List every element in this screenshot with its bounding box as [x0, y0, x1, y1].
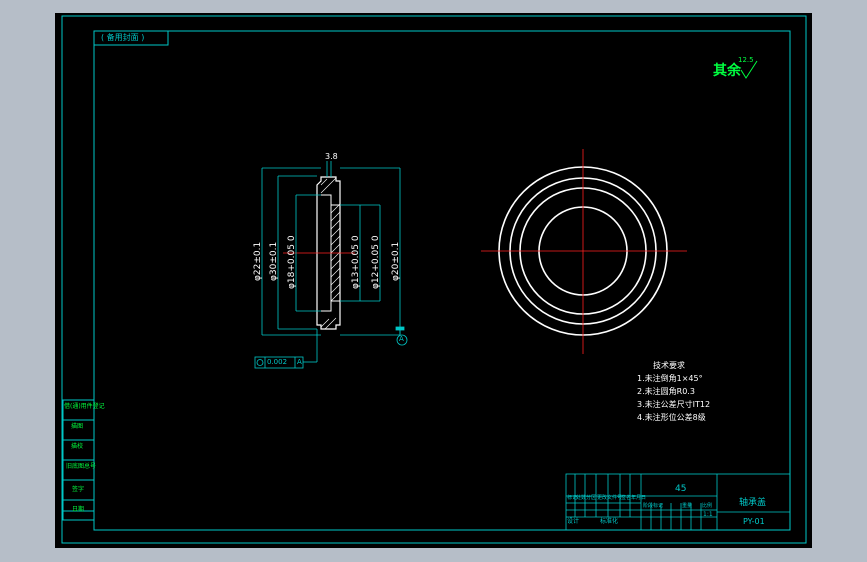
dim-phi13: φ13+0.05 0: [351, 235, 361, 289]
bottom-label: 比例: [702, 503, 713, 509]
bottom-label: 设计: [567, 518, 580, 525]
side-table-cell: 借(通)用件登记: [64, 403, 105, 410]
side-table: [62, 399, 95, 521]
side-table-cell: 描校: [71, 443, 84, 450]
row-header: 签名: [621, 495, 632, 501]
outer-frame: [61, 15, 807, 544]
bottom-label: 重量: [682, 503, 693, 509]
notes-item: 1.未注倒角1×45°: [637, 374, 703, 383]
material: 45: [675, 484, 687, 494]
side-table-cell: 签字: [72, 486, 85, 493]
cad-viewport[interactable]: ( 备用封面 ) 其余 12.5 3.8 φ22±0.1 φ30±0.1 φ18…: [55, 13, 812, 548]
dim-phi12: φ12+0.05 0: [371, 235, 381, 289]
notes-item: 3.未注公差尺寸IT12: [637, 400, 711, 409]
bottom-label: 标准化: [600, 518, 619, 525]
row-header: 年月日: [631, 495, 647, 501]
side-table-cell: 描图: [71, 423, 84, 430]
part-name: 轴承盖: [739, 498, 767, 508]
notes-item: 4.未注形位公差8级: [637, 413, 706, 422]
dim-phi30: φ30±0.1: [269, 241, 279, 281]
bottom-label: 阶段标记: [643, 503, 664, 509]
dim-phi18: φ18+0.05 0: [287, 235, 297, 289]
scale: 1:1: [703, 511, 713, 518]
roughness-text: 其余: [713, 63, 741, 79]
row-header: 分区: [586, 495, 597, 501]
top-dim: 3.8: [325, 152, 338, 161]
tolerance-datum: A: [297, 358, 302, 366]
tolerance-value: 0.002: [267, 358, 288, 366]
top-label: ( 备用封面 ): [101, 33, 145, 42]
drawing-canvas: [61, 15, 807, 544]
dim-phi22: φ22±0.1: [253, 241, 263, 281]
dim-phi20: φ20±0.1: [391, 241, 401, 281]
roughness-value: 12.5: [738, 56, 754, 64]
drawing-number: PY-01: [743, 517, 765, 526]
side-table-cell: 旧底图总号: [66, 463, 97, 470]
side-table-cell: 日期: [72, 506, 85, 513]
notes-title: 技术要求: [653, 361, 685, 370]
row-header: 处数: [576, 495, 587, 501]
notes-item: 2.未注圆角R0.3: [637, 387, 695, 396]
datum-label: A: [399, 335, 404, 343]
inner-frame: [93, 30, 791, 531]
row-header: 更改文件号: [597, 495, 623, 501]
